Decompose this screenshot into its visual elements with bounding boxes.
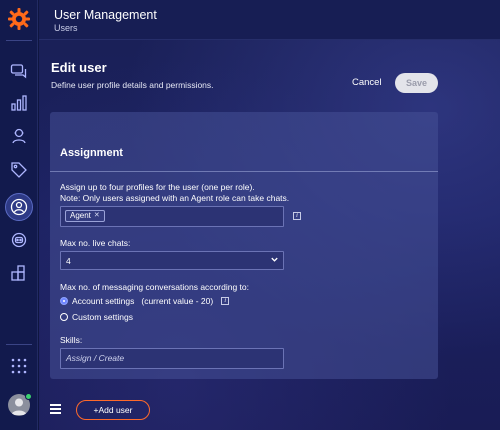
- chat-icon[interactable]: [7, 59, 31, 83]
- rail-divider: [6, 344, 32, 345]
- skills-label: Skills:: [60, 335, 83, 345]
- radio-account-detail: (current value - 20): [141, 296, 214, 306]
- chevron-down-icon: [270, 255, 279, 266]
- profile-tag: Agent ✕: [65, 210, 105, 222]
- rail-divider: [6, 40, 32, 41]
- profile-tag-label: Agent: [70, 211, 91, 220]
- assignment-panel: Assignment Assign up to four profiles fo…: [50, 112, 438, 379]
- max-live-chats-select[interactable]: 4: [60, 251, 284, 270]
- app-title: User Management: [54, 8, 157, 22]
- logo-icon[interactable]: [7, 7, 31, 31]
- radio-unchecked-icon[interactable]: [60, 313, 68, 321]
- radio-custom-settings[interactable]: Custom settings: [60, 312, 133, 322]
- profiles-label-line2: Note: Only users assigned with an Agent …: [60, 193, 290, 203]
- radio-checked-icon[interactable]: [60, 297, 68, 305]
- apps-grid-icon[interactable]: [7, 354, 31, 378]
- top-bar: User Management Users: [39, 0, 500, 40]
- agent-icon[interactable]: [7, 124, 31, 148]
- page-description: Define user profile details and permissi…: [51, 80, 214, 90]
- profiles-label-line1: Assign up to four profiles for the user …: [60, 182, 255, 192]
- tag-icon[interactable]: [7, 158, 31, 182]
- menu-icon[interactable]: [50, 404, 61, 414]
- app-breadcrumb[interactable]: Users: [54, 23, 78, 33]
- info-icon[interactable]: i: [293, 212, 301, 220]
- remove-tag-icon[interactable]: ✕: [94, 211, 100, 221]
- page-title: Edit user: [51, 60, 107, 75]
- left-rail: [0, 0, 38, 430]
- radio-account-label: Account settings: [72, 296, 135, 306]
- analytics-icon[interactable]: [7, 91, 31, 115]
- users-icon[interactable]: [7, 195, 31, 219]
- integrations-icon[interactable]: [7, 261, 31, 285]
- section-title: Assignment: [60, 147, 123, 159]
- add-user-button[interactable]: +Add user: [76, 400, 150, 420]
- save-button[interactable]: Save: [395, 73, 438, 93]
- profiles-input[interactable]: Agent ✕: [60, 206, 284, 227]
- max-live-chats-value: 4: [66, 256, 71, 266]
- radio-account-settings[interactable]: Account settings (current value - 20) i: [60, 296, 230, 306]
- info-icon[interactable]: i: [221, 297, 230, 305]
- skills-placeholder: Assign / Create: [66, 353, 125, 363]
- skills-input[interactable]: Assign / Create: [60, 348, 284, 369]
- bot-icon[interactable]: [7, 228, 31, 252]
- section-divider: [50, 171, 438, 172]
- online-status-dot: [25, 393, 32, 400]
- max-live-chats-label: Max no. live chats:: [60, 238, 131, 248]
- radio-custom-label: Custom settings: [72, 312, 133, 322]
- cancel-button[interactable]: Cancel: [352, 74, 382, 92]
- max-messaging-label: Max no. of messaging conversations accor…: [60, 282, 249, 292]
- main-area: User Management Users Edit user Define u…: [39, 0, 500, 430]
